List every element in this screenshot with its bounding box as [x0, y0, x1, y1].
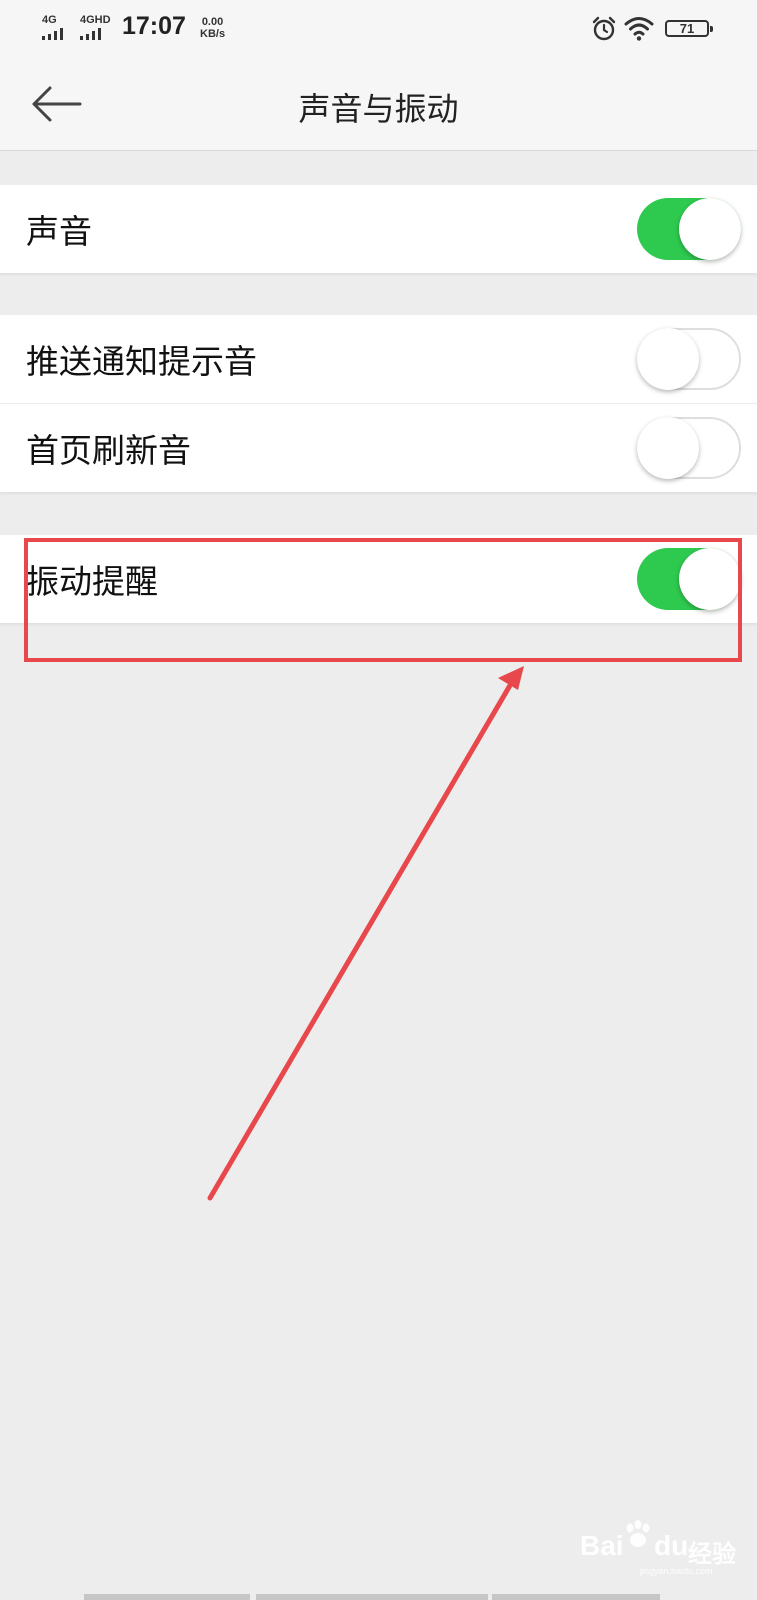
- network-speed-unit: KB/s: [200, 28, 226, 40]
- setting-row-push-notification-tone[interactable]: 推送通知提示音: [0, 315, 757, 404]
- settings-group-tones: 推送通知提示音 首页刷新音: [0, 315, 757, 492]
- wifi-icon: [624, 17, 654, 41]
- watermark-brand-1: Bai: [580, 1530, 624, 1561]
- setting-row-sound[interactable]: 声音: [0, 185, 757, 273]
- setting-label: 声音: [26, 212, 92, 251]
- settings-group-sound: 声音: [0, 185, 757, 273]
- page-title: 声音与振动: [298, 90, 459, 128]
- setting-label: 推送通知提示音: [26, 342, 257, 381]
- network-type-2: 4GHD: [80, 14, 111, 26]
- sound-toggle[interactable]: [637, 198, 741, 260]
- status-bar: 4G 4GHD 17:07 0.00 KB/s 71: [0, 0, 757, 58]
- bottom-nav-indicator: [0, 1594, 757, 1600]
- network-speed: 0.00 KB/s: [200, 16, 225, 40]
- clock: 17:07: [122, 12, 186, 40]
- home-refresh-sound-toggle[interactable]: [637, 417, 741, 479]
- alarm-icon: [592, 16, 616, 41]
- setting-row-home-refresh-sound[interactable]: 首页刷新音: [0, 404, 757, 492]
- push-notification-tone-toggle[interactable]: [637, 328, 741, 390]
- network-type-1: 4G: [42, 14, 57, 26]
- watermark-product: 经验: [688, 1541, 736, 1568]
- network-speed-value: 0.00: [201, 16, 224, 28]
- toggle-knob: [637, 417, 699, 479]
- baidu-jingyan-watermark: Bai du 经验 jingyan.baidu.com: [580, 1518, 740, 1578]
- signal-bars-icon: [80, 28, 101, 40]
- battery-icon: 71: [665, 20, 713, 37]
- toggle-knob: [637, 328, 699, 390]
- toggle-knob: [679, 198, 741, 260]
- paw-icon: [626, 1520, 650, 1547]
- watermark-brand-2: du: [654, 1530, 689, 1561]
- highlight-box: [24, 538, 742, 662]
- nav-bar: 声音与振动: [0, 58, 757, 151]
- setting-label: 首页刷新音: [26, 431, 191, 470]
- signal-bars-icon: [42, 28, 63, 40]
- watermark-url: jingyan.baidu.com: [640, 1566, 713, 1576]
